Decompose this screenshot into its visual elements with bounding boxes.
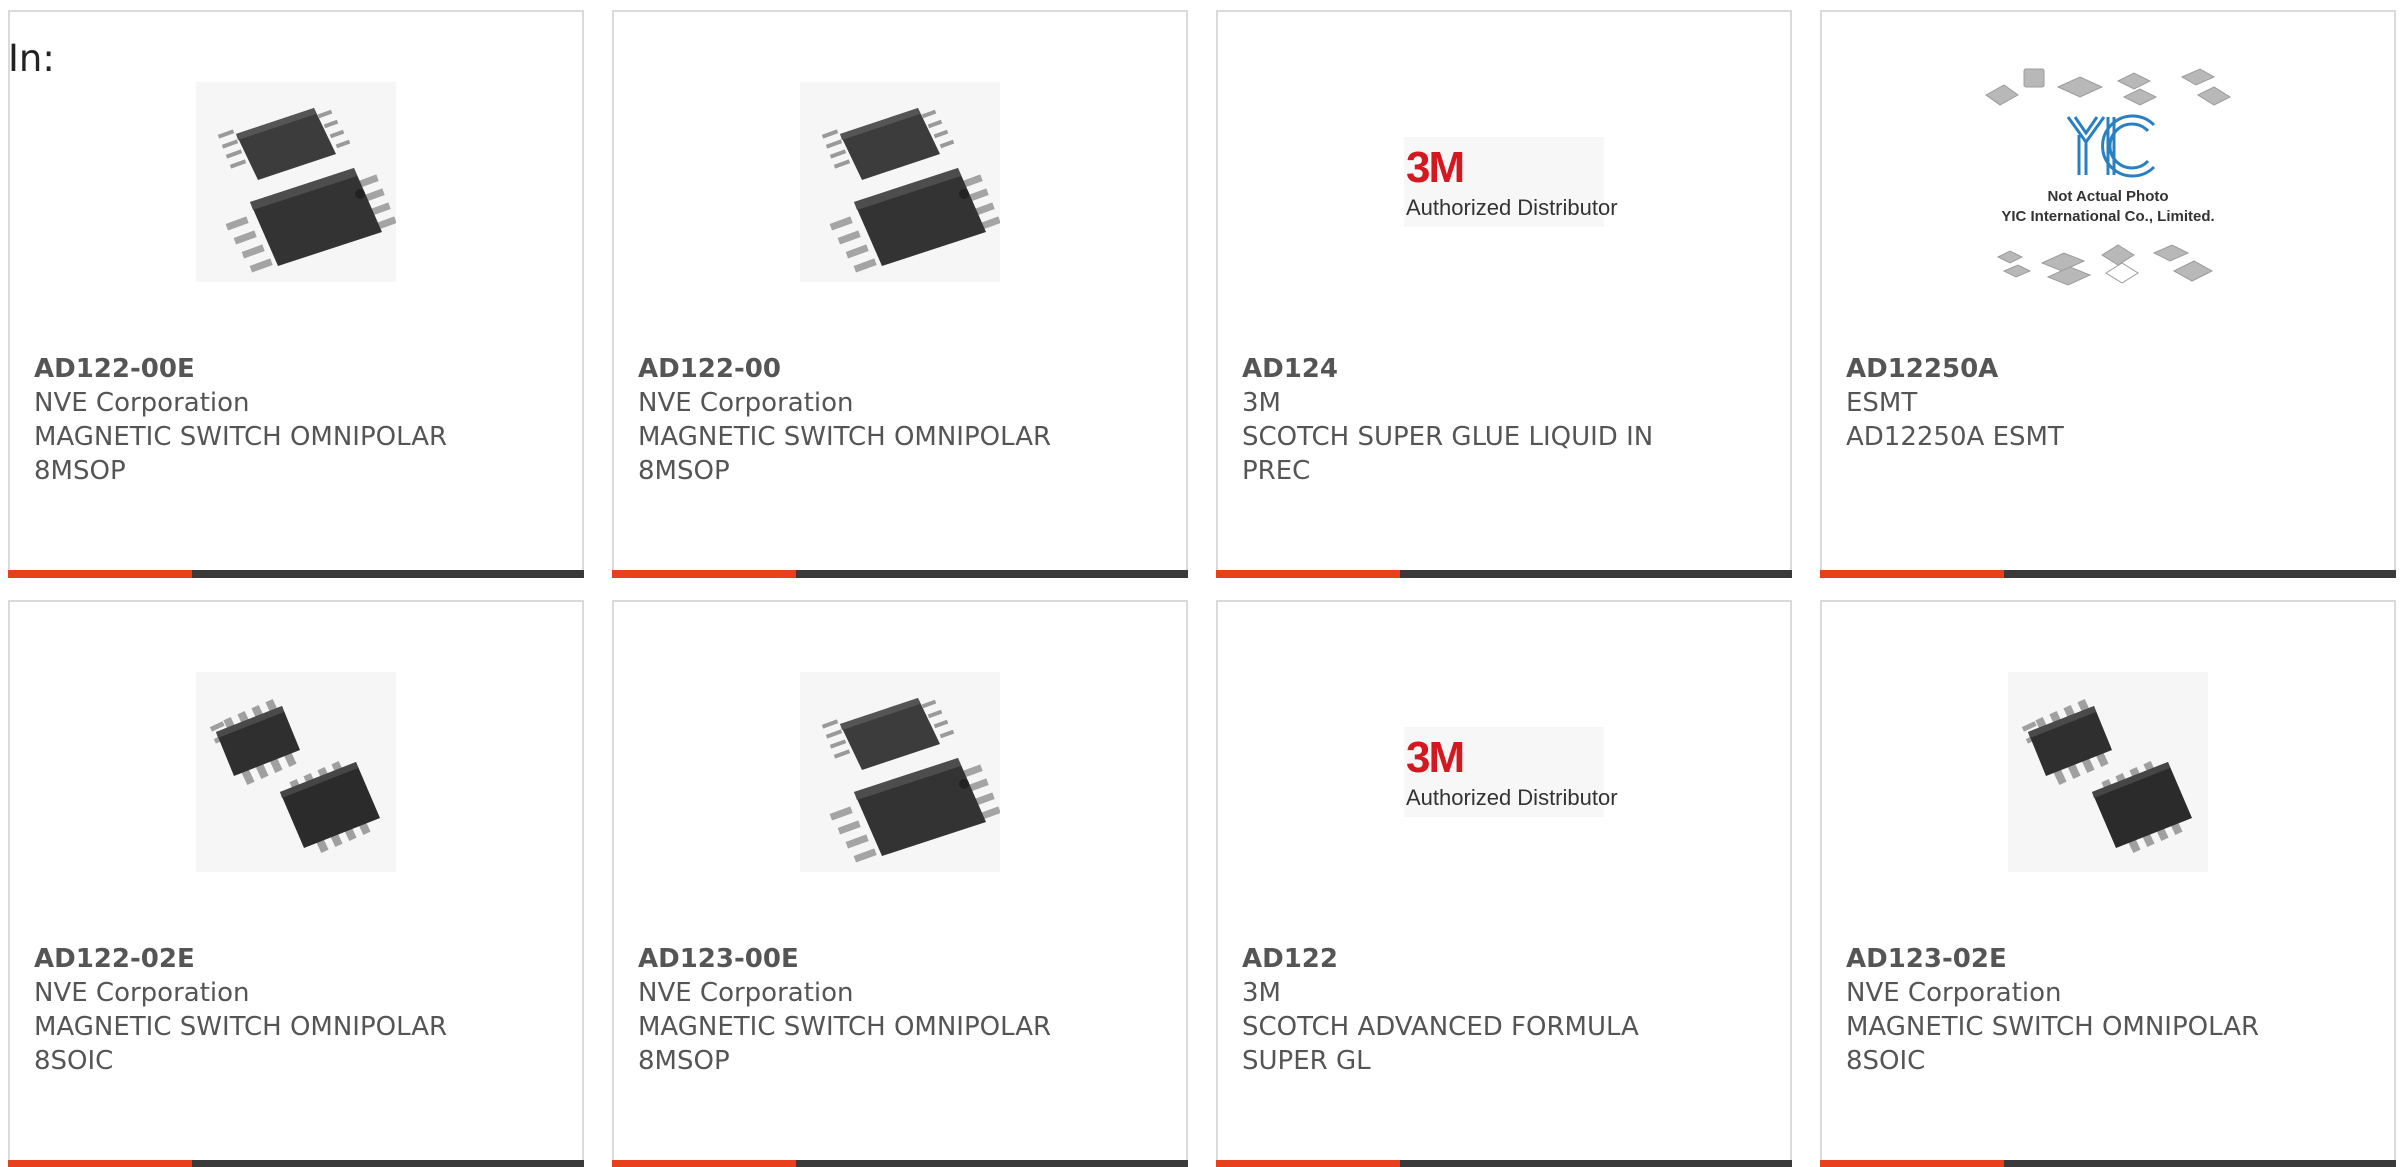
card-bottom-bar-accent <box>612 1160 796 1167</box>
card-bottom-bar-accent <box>8 1160 192 1167</box>
product-info: AD122-02E NVE Corporation MAGNETIC SWITC… <box>34 942 558 1078</box>
description: 8SOIC <box>34 1046 114 1076</box>
description: 8MSOP <box>638 456 730 486</box>
description: SCOTCH SUPER GLUE LIQUID IN <box>1242 422 1654 452</box>
card-bottom-bar <box>612 570 1188 578</box>
product-image[interactable] <box>614 664 1186 880</box>
product-image[interactable] <box>1822 664 2394 880</box>
description: 8MSOP <box>34 456 126 486</box>
product-image[interactable]: 3M Authorized Distributor <box>1218 74 1790 290</box>
description: AD12250A ESMT <box>1846 422 2064 452</box>
product-card[interactable]: AD122-02E NVE Corporation MAGNETIC SWITC… <box>8 600 584 1167</box>
brand-logo-mark: 3M <box>1406 143 1465 192</box>
description: MAGNETIC SWITCH OMNIPOLAR <box>34 1012 448 1042</box>
card-bottom-bar-accent <box>1820 1160 2004 1167</box>
part-number[interactable]: AD122 <box>1242 942 1766 976</box>
brand-logo: 3M Authorized Distributor <box>1404 727 1618 817</box>
description: 8SOIC <box>1846 1046 1926 1076</box>
part-number[interactable]: AD122-00 <box>638 352 1162 386</box>
product-image[interactable] <box>10 664 582 880</box>
placeholder-line2: YIC International Co., Limited. <box>2001 208 2214 225</box>
description: SUPER GL <box>1242 1046 1371 1076</box>
manufacturer: NVE Corporation <box>34 978 250 1008</box>
card-bottom-bar <box>1216 1160 1792 1167</box>
part-number[interactable]: AD123-02E <box>1846 942 2370 976</box>
part-number[interactable]: AD122-00E <box>34 352 558 386</box>
manufacturer: ESMT <box>1846 388 1918 418</box>
description: 8MSOP <box>638 1046 730 1076</box>
manufacturer: 3M <box>1242 388 1281 418</box>
product-image[interactable]: Not Actual Photo YIC International Co., … <box>1822 68 2394 290</box>
product-card[interactable]: 3M Authorized Distributor AD122 3M SCOTC… <box>1216 600 1792 1167</box>
product-card[interactable]: 3M Authorized Distributor AD124 3M SCOTC… <box>1216 10 1792 578</box>
product-card[interactable]: AD123-00E NVE Corporation MAGNETIC SWITC… <box>612 600 1188 1167</box>
placeholder-photo-icon: Not Actual Photo YIC International Co., … <box>1985 68 2232 286</box>
ic-soic-package-icon <box>196 672 396 872</box>
brand-logo-subtitle: Authorized Distributor <box>1406 785 1618 810</box>
ic-msop-package-icon <box>800 672 1000 872</box>
part-number[interactable]: AD122-02E <box>34 942 558 976</box>
product-card[interactable]: AD122-00 NVE Corporation MAGNETIC SWITCH… <box>612 10 1188 578</box>
card-bottom-bar-accent <box>1216 570 1400 578</box>
product-info: AD122-00E NVE Corporation MAGNETIC SWITC… <box>34 352 558 488</box>
product-card[interactable]: AD123-02E NVE Corporation MAGNETIC SWITC… <box>1820 600 2396 1167</box>
ic-msop-package-icon <box>800 82 1000 282</box>
ic-soic-package-icon <box>2008 672 2208 872</box>
product-info: AD12250A ESMT AD12250A ESMT <box>1846 352 2370 454</box>
product-info: AD122 3M SCOTCH ADVANCED FORMULA SUPER G… <box>1242 942 1766 1078</box>
card-bottom-bar-accent <box>8 570 192 578</box>
product-info: AD122-00 NVE Corporation MAGNETIC SWITCH… <box>638 352 1162 488</box>
description: MAGNETIC SWITCH OMNIPOLAR <box>34 422 448 452</box>
card-bottom-bar <box>1820 570 2396 578</box>
product-info: AD123-00E NVE Corporation MAGNETIC SWITC… <box>638 942 1162 1078</box>
product-card[interactable]: Not Actual Photo YIC International Co., … <box>1820 10 2396 578</box>
manufacturer: NVE Corporation <box>638 978 854 1008</box>
product-card[interactable]: AD122-00E NVE Corporation MAGNETIC SWITC… <box>8 10 584 578</box>
description: PREC <box>1242 456 1311 486</box>
product-image[interactable] <box>10 74 582 290</box>
card-bottom-bar <box>612 1160 1188 1167</box>
manufacturer: 3M <box>1242 978 1281 1008</box>
manufacturer: NVE Corporation <box>1846 978 2062 1008</box>
product-grid: AD122-00E NVE Corporation MAGNETIC SWITC… <box>0 0 2400 1167</box>
product-grid-page: In: AD122-00E NVE Corporation MAGNETIC S… <box>0 0 2400 1167</box>
manufacturer: NVE Corporation <box>638 388 854 418</box>
part-number[interactable]: AD123-00E <box>638 942 1162 976</box>
filter-label: In: <box>8 37 55 80</box>
manufacturer: NVE Corporation <box>34 388 250 418</box>
card-bottom-bar <box>8 1160 584 1167</box>
product-info: AD124 3M SCOTCH SUPER GLUE LIQUID IN PRE… <box>1242 352 1766 488</box>
card-bottom-bar <box>1216 570 1792 578</box>
brand-logo-subtitle: Authorized Distributor <box>1406 195 1618 220</box>
card-bottom-bar <box>1820 1160 2396 1167</box>
card-bottom-bar-accent <box>1216 1160 1400 1167</box>
product-image[interactable]: 3M Authorized Distributor <box>1218 664 1790 880</box>
product-image[interactable] <box>614 74 1186 290</box>
description: MAGNETIC SWITCH OMNIPOLAR <box>638 422 1052 452</box>
brand-logo-mark: 3M <box>1406 733 1465 782</box>
card-bottom-bar-accent <box>1820 570 2004 578</box>
ic-msop-package-icon <box>196 82 396 282</box>
description: MAGNETIC SWITCH OMNIPOLAR <box>638 1012 1052 1042</box>
card-bottom-bar-accent <box>612 570 796 578</box>
description: SCOTCH ADVANCED FORMULA <box>1242 1012 1639 1042</box>
product-info: AD123-02E NVE Corporation MAGNETIC SWITC… <box>1846 942 2370 1078</box>
description: MAGNETIC SWITCH OMNIPOLAR <box>1846 1012 2260 1042</box>
placeholder-line1: Not Actual Photo <box>2047 188 2168 205</box>
part-number[interactable]: AD12250A <box>1846 352 2370 386</box>
part-number[interactable]: AD124 <box>1242 352 1766 386</box>
brand-logo: 3M Authorized Distributor <box>1404 137 1618 227</box>
card-bottom-bar <box>8 570 584 578</box>
